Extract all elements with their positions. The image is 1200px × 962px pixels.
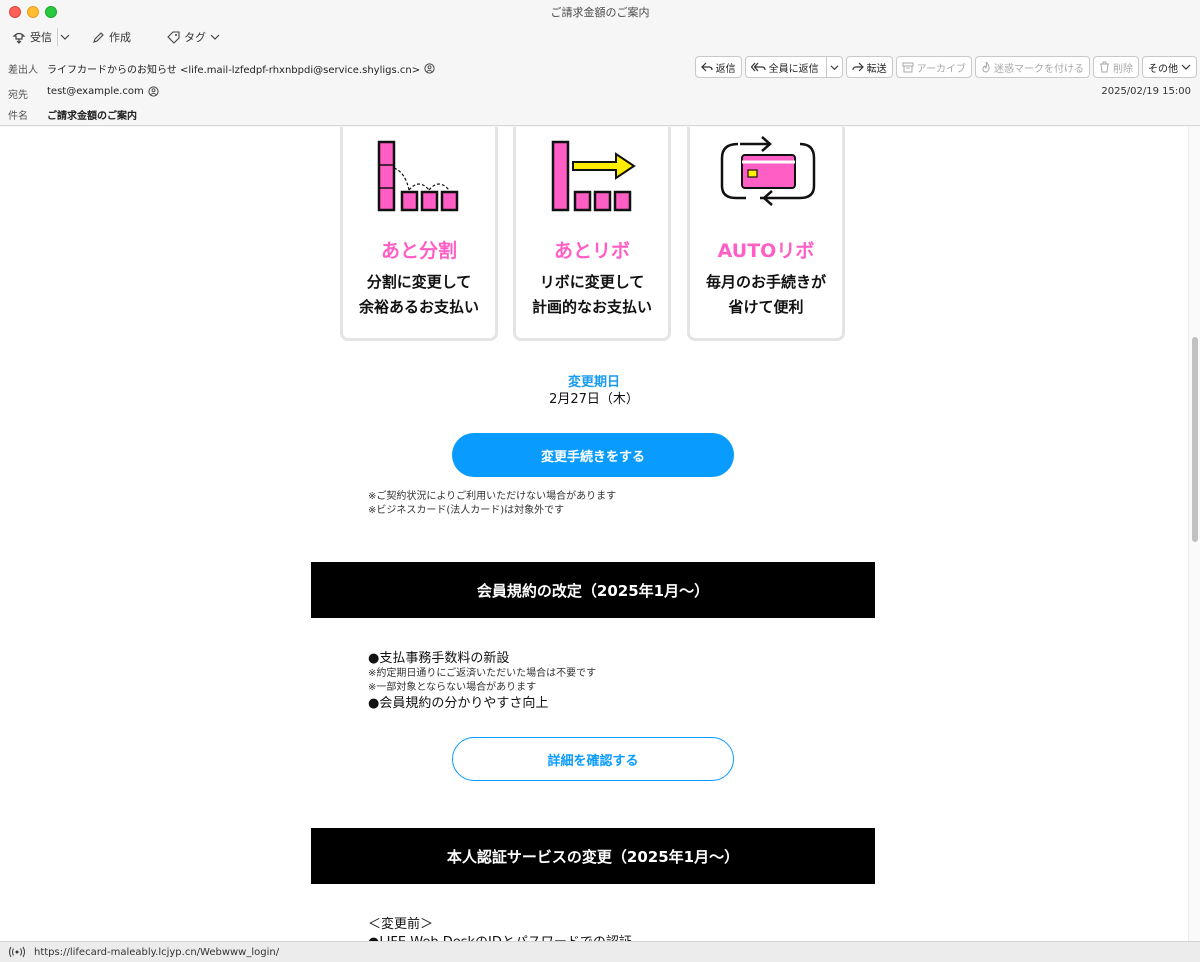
message-actions: 返信 全員に返信 転送 アーカイブ 迷惑マークを付ける 削除 その他 (694, 56, 1197, 78)
reply-label: 返信 (715, 63, 736, 75)
change-deadline-date: 2月27日（木） (549, 392, 639, 407)
details-button[interactable]: 詳細を確認する (452, 737, 734, 781)
forward-button[interactable]: 転送 (845, 56, 893, 78)
more-button[interactable]: その他 (1142, 56, 1197, 78)
contact-icon (424, 63, 435, 74)
subject-label: 件名 (8, 111, 28, 122)
chevron-down-icon (210, 34, 220, 40)
installment-card: あと分割 分割に変更して 余裕あるお支払い (340, 127, 498, 341)
to-field[interactable]: test@example.com (47, 86, 159, 97)
terms-clarity-bullet: ●会員規約の分かりやすさ向上 (368, 696, 549, 711)
contact-icon (148, 86, 159, 97)
compose-label: 作成 (109, 31, 131, 44)
message-date: 2025/02/19 15:00 (1101, 86, 1191, 97)
hover-url: https://lifecard-maleably.lcjyp.cn/Webww… (34, 946, 280, 958)
chevron-down-icon (830, 64, 839, 70)
card-title: AUTOリボ (717, 240, 815, 262)
spam-label: 迷惑マークを付ける (994, 63, 1084, 75)
from-value: ライフカードからのお知らせ <life.mail-lzfedpf-rhxnbpd… (47, 65, 421, 76)
card-description: 分割に変更して 余裕あるお支払い (343, 270, 495, 320)
contract-note: ※ご契約状況によりご利用いただけない場合があります (368, 491, 617, 502)
reply-button[interactable]: 返信 (694, 56, 742, 78)
message-header: 差出人 ライフカードからのお知らせ <life.mail-lzfedpf-rhx… (0, 52, 1200, 126)
change-procedure-button[interactable]: 変更手続きをする (452, 433, 734, 477)
tag-button[interactable]: タグ (167, 28, 220, 46)
window-title: ご請求金額のご案内 (550, 6, 650, 19)
from-label: 差出人 (8, 65, 38, 76)
subject-value: ご請求金額のご案内 (47, 111, 137, 122)
auto-card-icon (720, 136, 816, 206)
business-card-note: ※ビジネスカード(法人カード)は対象外です (368, 505, 565, 516)
revolving-icon (551, 140, 636, 212)
reply-icon (700, 62, 713, 72)
vertical-scrollbar[interactable] (1188, 127, 1200, 941)
to-label: 宛先 (8, 90, 28, 101)
trash-icon (1100, 61, 1109, 73)
card-line: 省けて便利 (728, 298, 804, 316)
card-line: リボに変更して (539, 273, 645, 291)
tag-icon (167, 30, 180, 44)
receive-icon (12, 32, 26, 44)
before-change-label: ＜変更前＞ (368, 917, 434, 932)
fee-note-1: ※約定期日通りにご返済いただいた場合は不要です (368, 668, 597, 679)
delete-button[interactable]: 削除 (1093, 56, 1139, 78)
status-bar: https://lifecard-maleably.lcjyp.cn/Webww… (0, 941, 1200, 962)
receive-label: 受信 (30, 31, 52, 44)
terms-revision-heading: 会員規約の改定（2025年1月〜） (311, 562, 875, 618)
toolbar: 受信 作成 タグ (0, 22, 1200, 52)
auto-revolving-card: AUTOリボ 毎月のお手続きが 省けて便利 (687, 127, 845, 341)
tag-label: タグ (184, 31, 206, 44)
auth-method-bullet: ●LIFE-Web DeskのIDとパスワードでの認証 (368, 931, 632, 941)
scrollbar-thumb[interactable] (1192, 337, 1198, 542)
fee-note-2: ※一部対象とならない場合があります (368, 682, 537, 693)
receive-menu-button[interactable] (60, 28, 70, 46)
delete-label: 削除 (1113, 63, 1133, 75)
more-label: その他 (1148, 63, 1178, 75)
from-field[interactable]: ライフカードからのお知らせ <life.mail-lzfedpf-rhxnbpd… (47, 61, 435, 76)
card-line: 分割に変更して (366, 273, 472, 291)
compose-button[interactable]: 作成 (92, 28, 131, 46)
card-line: 毎月のお手続きが (705, 273, 826, 291)
card-line: 計画的なお支払い (531, 298, 652, 316)
forward-label: 転送 (866, 63, 887, 75)
message-body: あと分割 分割に変更して 余裕あるお支払い あとリボ リボに変更して 計画的なお… (0, 127, 1188, 941)
archive-button[interactable]: アーカイブ (895, 56, 972, 78)
chevron-down-icon (60, 34, 70, 40)
receive-button[interactable]: 受信 (12, 28, 52, 46)
installment-icon (377, 140, 459, 212)
title-bar: ご請求金額のご案内 (0, 0, 1200, 22)
pencil-icon (93, 31, 104, 43)
card-description: 毎月のお手続きが 省けて便利 (690, 270, 842, 320)
to-value: test@example.com (47, 86, 144, 97)
archive-label: アーカイブ (916, 63, 966, 75)
reply-all-icon (750, 62, 766, 72)
forward-icon (851, 62, 864, 72)
card-title: あと分割 (380, 240, 457, 262)
authentication-change-heading: 本人認証サービスの変更（2025年1月〜） (311, 828, 875, 884)
reply-all-menu[interactable] (825, 57, 842, 77)
broadcast-icon (9, 946, 25, 958)
mail-window: ご請求金額のご案内 受信 作成 タグ 差出人 ライフカードからのお知らせ <li… (0, 0, 1200, 962)
revolving-card: あとリボ リボに変更して 計画的なお支払い (513, 127, 671, 341)
card-line: 余裕あるお支払い (358, 298, 479, 316)
reply-all-label: 全員に返信 (768, 63, 819, 75)
chevron-down-icon (1181, 64, 1191, 70)
flame-icon (982, 61, 990, 73)
spam-button[interactable]: 迷惑マークを付ける (975, 56, 1090, 78)
archive-icon (902, 62, 914, 72)
card-title: あとリボ (553, 240, 630, 262)
reply-all-button[interactable]: 全員に返信 (744, 56, 843, 78)
card-description: リボに変更して 計画的なお支払い (516, 270, 668, 320)
